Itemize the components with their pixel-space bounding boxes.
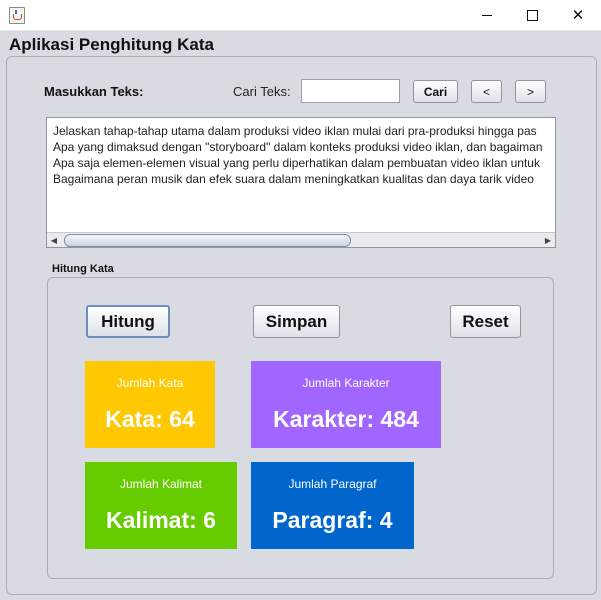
paragraph-count-caption: Jumlah Paragraf (288, 477, 377, 491)
next-match-button[interactable]: > (515, 80, 546, 103)
sentence-count-value: Kalimat: 6 (106, 507, 216, 533)
java-icon (9, 7, 25, 24)
window-titlebar: ✕ (0, 0, 601, 31)
scrollbar-thumb[interactable] (64, 234, 351, 247)
word-count-value: Kata: 64 (105, 406, 195, 432)
word-count-card: Jumlah Kata Kata: 64 (85, 361, 215, 448)
maximize-icon[interactable] (509, 0, 555, 30)
text-line: Bagaimana peran musik dan efek suara dal… (53, 172, 534, 186)
text-line: Apa yang dimaksud dengan "storyboard" da… (53, 140, 543, 154)
paragraph-count-card: Jumlah Paragraf Paragraf: 4 (251, 462, 414, 549)
minimize-icon[interactable] (464, 0, 510, 30)
previous-match-button[interactable]: < (471, 80, 502, 103)
search-label: Cari Teks: (233, 84, 291, 99)
group-title: Hitung Kata (52, 263, 114, 275)
character-count-value: Karakter: 484 (273, 406, 419, 432)
search-input[interactable] (301, 79, 400, 103)
character-count-caption: Jumlah Karakter (302, 376, 390, 390)
search-button[interactable]: Cari (413, 80, 458, 103)
count-button[interactable]: Hitung (86, 305, 170, 338)
reset-button[interactable]: Reset (450, 305, 521, 338)
sentence-count-caption: Jumlah Kalimat (119, 477, 203, 491)
text-line: Jelaskan tahap-tahap utama dalam produks… (53, 124, 537, 138)
app-title: Aplikasi Penghitung Kata (9, 35, 214, 54)
text-input-area[interactable]: Jelaskan tahap-tahap utama dalam produks… (46, 117, 556, 248)
text-line: Apa saja elemen-elemen visual yang perlu… (53, 156, 540, 170)
text-content: Jelaskan tahap-tahap utama dalam produks… (53, 123, 543, 187)
input-label: Masukkan Teks: (44, 84, 144, 99)
sentence-count-card: Jumlah Kalimat Kalimat: 6 (85, 462, 237, 549)
character-count-card: Jumlah Karakter Karakter: 484 (251, 361, 441, 448)
horizontal-scrollbar[interactable]: ◀ ▶ (47, 232, 555, 247)
paragraph-count-value: Paragraf: 4 (272, 507, 393, 533)
scroll-left-icon[interactable]: ◀ (47, 233, 61, 247)
close-icon[interactable]: ✕ (555, 0, 601, 30)
scroll-right-icon[interactable]: ▶ (541, 233, 555, 247)
save-button[interactable]: Simpan (253, 305, 340, 338)
word-count-caption: Jumlah Kata (116, 376, 184, 390)
